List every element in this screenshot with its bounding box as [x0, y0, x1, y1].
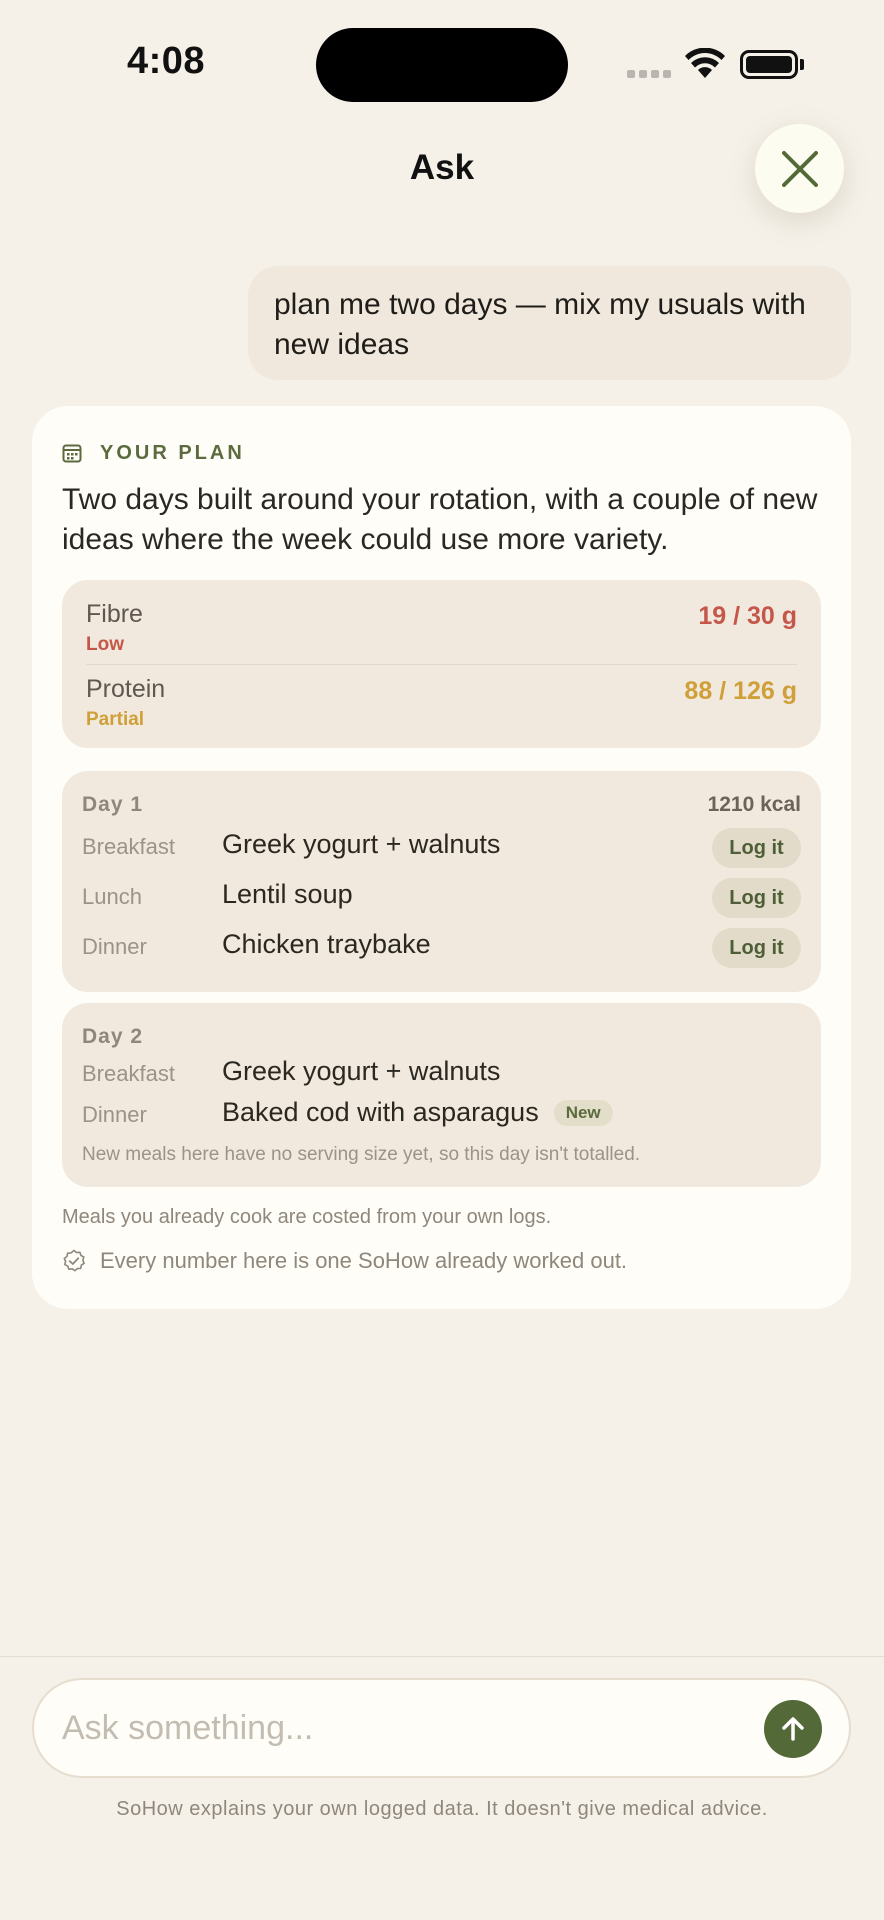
- log-it-button[interactable]: Log it: [712, 828, 801, 868]
- user-message-bubble: plan me two days — mix my usuals with ne…: [248, 266, 851, 380]
- battery-cap: [800, 59, 804, 70]
- log-it-button[interactable]: Log it: [712, 928, 801, 968]
- day-card-1: Day 1 1210 kcal Breakfast Greek yogurt +…: [62, 771, 821, 992]
- meal-slot: Breakfast: [82, 834, 175, 859]
- wifi-icon: [685, 48, 725, 78]
- meal-name: Baked cod with asparagus New: [222, 1097, 613, 1128]
- verified-note: Every number here is one SoHow already w…: [62, 1248, 627, 1274]
- nutrient-row-fibre: Fibre Low 19 / 30 g: [86, 600, 797, 656]
- verified-badge-icon: [63, 1249, 85, 1272]
- status-time: 4:08: [127, 40, 206, 82]
- disclaimer: SoHow explains your own logged data. It …: [116, 1798, 768, 1820]
- close-button[interactable]: [755, 124, 844, 213]
- meal-row: Lunch Lentil soup Log it: [82, 878, 801, 918]
- log-it-button[interactable]: Log it: [712, 878, 801, 918]
- close-icon: [781, 150, 818, 187]
- meal-row: Breakfast Greek yogurt + walnuts Log it: [82, 828, 801, 868]
- ask-screen: 4:08 Ask plan me two days — mix my usual…: [0, 0, 884, 1920]
- page-title: Ask: [409, 148, 475, 187]
- calendar-icon: [62, 444, 82, 463]
- send-button[interactable]: [764, 1700, 822, 1758]
- new-badge: New: [553, 1100, 613, 1126]
- costing-footnote: Meals you already cook are costed from y…: [62, 1206, 552, 1228]
- ask-input-container: [32, 1678, 851, 1778]
- day-label: Day 1: [82, 793, 144, 816]
- arrow-up-icon: [782, 1717, 804, 1741]
- meal-name: Chicken traybake: [222, 929, 431, 959]
- nutrient-value: 88 / 126 g: [684, 677, 797, 705]
- meal-name: Greek yogurt + walnuts: [222, 1056, 501, 1086]
- meal-name: Greek yogurt + walnuts: [222, 829, 501, 859]
- day-kcal: 1210 kcal: [707, 793, 801, 816]
- battery-icon: [740, 50, 798, 79]
- nutrient-name: Fibre: [86, 600, 143, 628]
- meal-row: Dinner Baked cod with asparagus New: [82, 1096, 801, 1136]
- verified-text: Every number here is one SoHow already w…: [100, 1248, 628, 1273]
- nutrient-status: Low: [86, 634, 124, 655]
- plan-label: YOUR PLAN: [100, 441, 245, 464]
- divider: [0, 1656, 884, 1657]
- nutrient-status: Partial: [86, 709, 145, 730]
- meal-name: Lentil soup: [222, 879, 353, 909]
- divider: [86, 664, 797, 665]
- nutrient-row-protein: Protein Partial 88 / 126 g: [86, 675, 797, 731]
- plan-header: YOUR PLAN: [62, 436, 245, 470]
- meal-row: Dinner Chicken traybake Log it: [82, 928, 801, 968]
- nutrient-value: 19 / 30 g: [698, 602, 797, 630]
- meal-row: Breakfast Greek yogurt + walnuts: [82, 1055, 801, 1095]
- ask-input[interactable]: [62, 1698, 742, 1758]
- plan-card: YOUR PLAN Two days built around your rot…: [32, 406, 851, 1309]
- nutrient-summary: Fibre Low 19 / 30 g Protein Partial 88 /…: [62, 580, 821, 748]
- meal-slot: Dinner: [82, 934, 147, 959]
- plan-summary: Two days built around your rotation, wit…: [62, 483, 818, 556]
- meal-slot: Lunch: [82, 884, 142, 909]
- meal-name-text: Baked cod with asparagus: [222, 1097, 539, 1127]
- day-note: New meals here have no serving size yet,…: [82, 1144, 641, 1165]
- dynamic-island: [316, 28, 568, 102]
- cellular-signal-icon: [627, 70, 671, 78]
- day-label: Day 2: [82, 1025, 144, 1048]
- meal-slot: Dinner: [82, 1102, 147, 1127]
- meal-slot: Breakfast: [82, 1061, 175, 1086]
- day-card-2: Day 2 Breakfast Greek yogurt + walnuts D…: [62, 1003, 821, 1187]
